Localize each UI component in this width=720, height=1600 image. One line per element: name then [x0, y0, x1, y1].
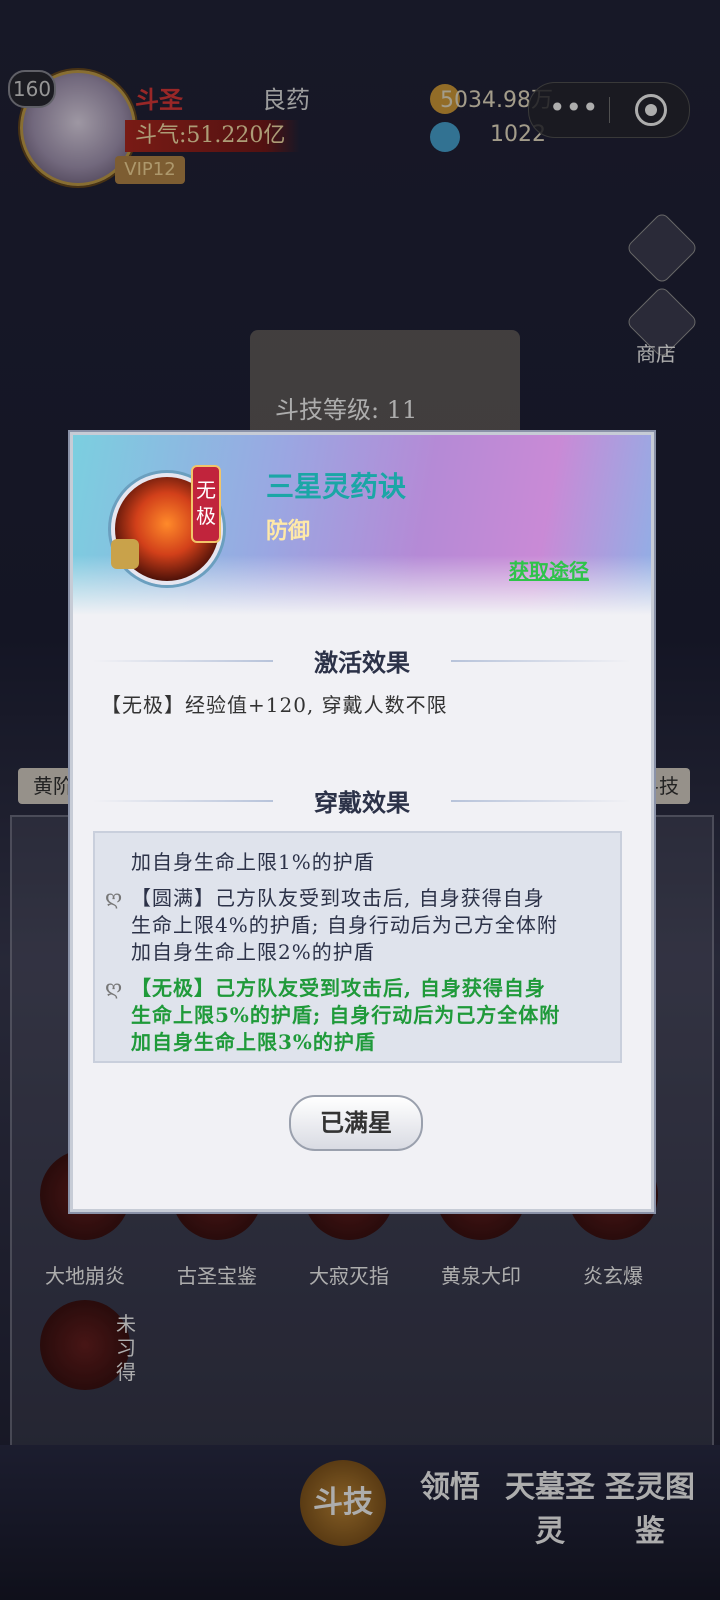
wear-effect-line: 生命上限4%的护盾; 自身行动后为己方全体附 [131, 913, 558, 937]
wear-effect-line-active: 生命上限5%的护盾; 自身行动后为己方全体附 [131, 1003, 561, 1027]
skill-detail-modal: 无极 三星灵药诀 防御 获取途径 激活效果 【无极】经验值+120, 穿戴人数不… [70, 432, 654, 1212]
obtain-route-link[interactable]: 获取途径 [509, 555, 589, 584]
wear-effect-line: 加自身生命上限1%的护盾 [131, 850, 375, 874]
skill-type: 防御 [266, 518, 311, 544]
bullet-icon: ღ [105, 975, 123, 999]
activate-effect-text: 【无极】经验值+120, 穿戴人数不限 [101, 693, 448, 717]
wear-effect-line: 加自身生命上限2%的护盾 [131, 940, 375, 964]
wear-effect-line-active: 【无极】己方队友受到攻击后, 自身获得自身 [131, 976, 546, 1000]
max-star-button[interactable]: 已满星 [289, 1095, 423, 1151]
skill-name: 三星灵药诀 [266, 470, 407, 503]
activate-effect-title: 激活效果 [314, 648, 410, 677]
wear-effect-list[interactable]: 加自身生命上限1%的护盾 ღ 【圆满】己方队友受到攻击后, 自身获得自身 生命上… [93, 831, 622, 1063]
wear-effect-line-active: 加自身生命上限3%的护盾 [131, 1030, 376, 1054]
bullet-icon: ღ [105, 885, 123, 909]
wear-effect-line: 【圆满】己方队友受到攻击后, 自身获得自身 [131, 886, 545, 910]
rank-badge: 无极 [191, 465, 221, 543]
skill-category-icon [111, 539, 139, 569]
wear-effect-title: 穿戴效果 [314, 788, 410, 817]
